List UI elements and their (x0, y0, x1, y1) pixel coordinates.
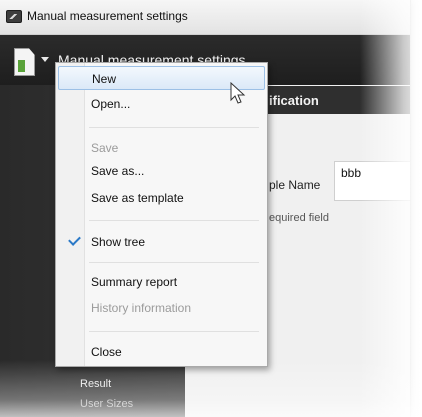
menu-item-label: Save (91, 141, 119, 155)
tree-item-user-sizes[interactable]: User Sizes (80, 398, 133, 410)
menu-separator (89, 331, 259, 332)
document-icon[interactable] (14, 48, 35, 76)
menu-separator (89, 220, 259, 221)
menu-item-save-as[interactable]: Save as... (58, 159, 265, 183)
menu-separator (89, 127, 259, 128)
menu-separator (89, 262, 259, 263)
menu-item-close[interactable]: Close (58, 340, 265, 364)
dropdown-menu: New Open... Save Save as... Save as temp… (55, 62, 268, 367)
menu-item-history-information: History information (58, 296, 265, 320)
chevron-down-icon[interactable] (41, 57, 49, 62)
window-titlebar[interactable]: Manual measurement settings (0, 0, 410, 35)
menu-item-show-tree[interactable]: Show tree (58, 230, 265, 254)
menu-item-label: Show tree (91, 235, 146, 249)
menu-item-label: Open... (91, 97, 131, 111)
menu-item-label: Summary report (91, 275, 178, 289)
menu-item-label: Close (91, 345, 122, 359)
menu-item-summary-report[interactable]: Summary report (58, 270, 265, 294)
required-field-note: equired field (269, 212, 329, 224)
sample-name-input[interactable]: bbb (334, 161, 410, 201)
check-icon (68, 233, 81, 246)
menu-item-save: Save (58, 136, 265, 160)
menu-item-label: History information (91, 301, 192, 315)
menu-item-label: New (92, 72, 117, 86)
menu-item-save-as-template[interactable]: Save as template (58, 186, 265, 210)
app-icon (6, 10, 22, 23)
menu-item-label: Save as template (91, 191, 184, 205)
menu-item-label: Save as... (91, 164, 145, 178)
sample-name-label: ple Name (269, 178, 321, 192)
window-title: Manual measurement settings (27, 9, 188, 23)
section-title: ification (269, 93, 319, 108)
mouse-cursor-icon (230, 82, 246, 104)
tree-item-result[interactable]: Result (80, 378, 111, 390)
